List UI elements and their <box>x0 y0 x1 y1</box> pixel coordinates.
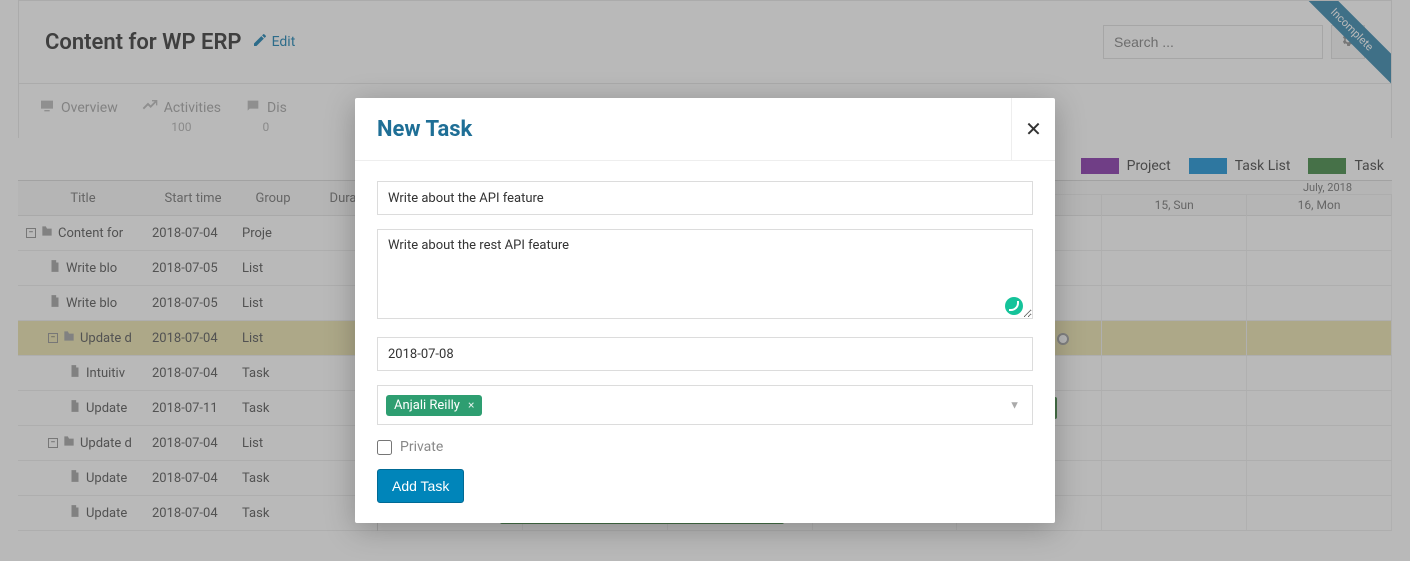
assignee-chip[interactable]: Anjali Reilly × <box>386 395 482 416</box>
assignee-select[interactable]: Anjali Reilly × ▼ <box>377 385 1033 425</box>
close-icon: ✕ <box>1025 117 1042 141</box>
add-task-button[interactable]: Add Task <box>377 469 464 503</box>
chevron-down-icon: ▼ <box>1009 399 1020 412</box>
new-task-modal: New Task ✕ Anjali Reilly × ▼ <box>355 98 1055 523</box>
task-title-input[interactable] <box>377 181 1033 215</box>
task-description-input[interactable] <box>377 229 1033 319</box>
due-date-input[interactable] <box>377 337 1033 371</box>
private-label: Private <box>400 439 443 455</box>
modal-title: New Task <box>355 99 494 160</box>
private-checkbox[interactable] <box>377 440 392 455</box>
close-button[interactable]: ✕ <box>1011 98 1055 160</box>
private-checkbox-row[interactable]: Private <box>377 439 1033 455</box>
modal-overlay[interactable]: New Task ✕ Anjali Reilly × ▼ <box>0 0 1410 561</box>
grammarly-icon <box>1005 297 1023 315</box>
remove-assignee-icon[interactable]: × <box>468 398 474 412</box>
